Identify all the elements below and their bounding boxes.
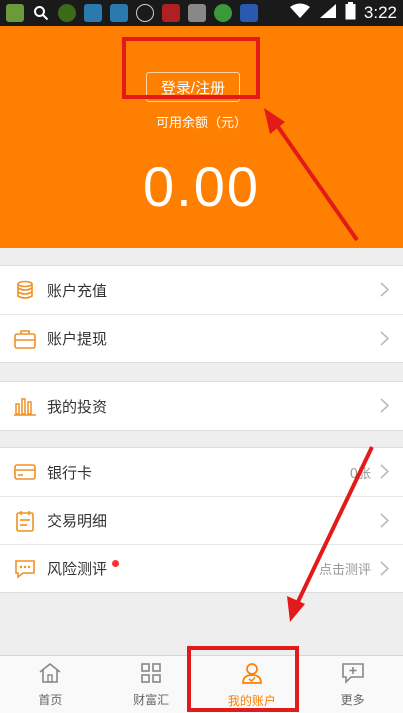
annotation-arrows [264,108,374,622]
annotation-arrow-up [264,108,359,242]
annotation-arrow-down [287,446,374,622]
